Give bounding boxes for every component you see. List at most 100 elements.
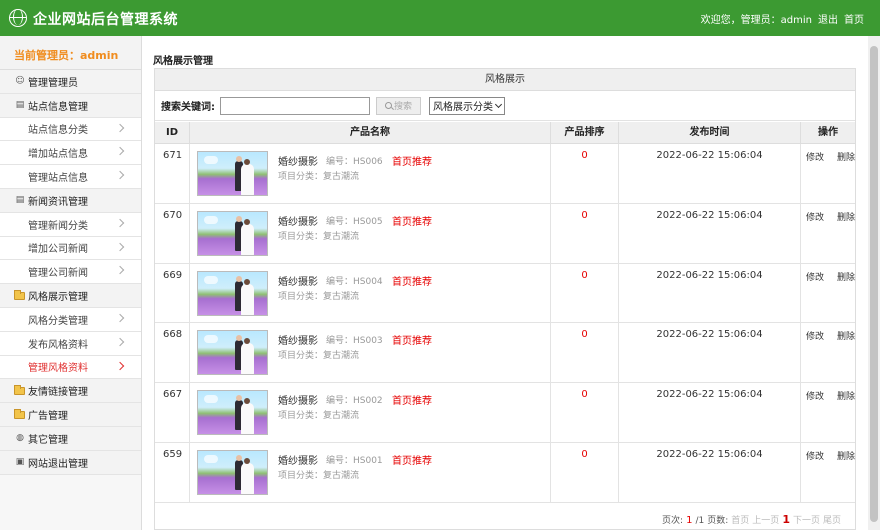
- sidebar-item-label: 管理风格资料: [28, 363, 88, 375]
- sort-value: 0: [581, 448, 588, 460]
- user-icon: ☺: [15, 76, 25, 87]
- cell-time: 2022-06-22 15:06:04: [619, 203, 801, 263]
- delete-link[interactable]: 删除: [837, 449, 855, 462]
- sidebar-item-7[interactable]: 增加公司新闻: [0, 236, 141, 261]
- product-thumbnail[interactable]: [197, 330, 268, 376]
- product-name[interactable]: 婚纱摄影: [278, 332, 318, 347]
- sidebar-item-4[interactable]: 管理站点信息: [0, 165, 141, 189]
- thumb-bride: [241, 398, 254, 435]
- pager-first[interactable]: 首页: [731, 513, 749, 526]
- delete-link[interactable]: 删除: [837, 270, 855, 283]
- sidebar-item-5[interactable]: ▤ 新闻资讯管理: [0, 188, 141, 213]
- product-name[interactable]: 婚纱摄影: [278, 153, 318, 168]
- folder-icon: [14, 408, 25, 419]
- product-thumbnail[interactable]: [197, 390, 268, 436]
- cell-sort: 0: [551, 203, 619, 263]
- chevron-right-icon: [115, 218, 125, 228]
- sidebar-item-14[interactable]: 广告管理: [0, 403, 141, 427]
- edit-link[interactable]: 修改: [806, 210, 824, 223]
- cell-id: 669: [155, 263, 190, 323]
- cell-time: 2022-06-22 15:06:04: [619, 383, 801, 442]
- product-code: 编号：HS002: [326, 396, 383, 407]
- search-input[interactable]: [220, 96, 370, 115]
- product-name[interactable]: 婚纱摄影: [278, 213, 318, 228]
- sort-value: 0: [581, 329, 588, 341]
- logout-link[interactable]: 退出: [818, 11, 838, 26]
- sidebar-item-15[interactable]: ◍ 其它管理: [0, 426, 141, 451]
- edit-link[interactable]: 修改: [806, 329, 824, 342]
- pager-total: /1: [695, 516, 705, 526]
- folder-icon: [14, 384, 25, 395]
- search-label: 搜索关键词:: [161, 102, 215, 113]
- product-name[interactable]: 婚纱摄影: [278, 392, 318, 407]
- sidebar-item-3[interactable]: 增加站点信息: [0, 141, 141, 166]
- table-row: 668 婚纱摄影 编号：HS003 首页推荐 项目分类：复古潮流 0 2022-06-22 …: [155, 323, 855, 384]
- product-thumbnail[interactable]: [197, 449, 268, 495]
- product-category: 项目分类：复古潮流: [278, 470, 360, 481]
- row-id: 659: [163, 448, 183, 460]
- sidebar-item-label: 站点信息管理: [28, 101, 88, 113]
- delete-link[interactable]: 删除: [837, 210, 855, 223]
- product-thumbnail[interactable]: [197, 270, 268, 316]
- product-thumbnail[interactable]: [197, 151, 268, 196]
- sidebar-item-9[interactable]: 风格展示管理: [0, 284, 141, 308]
- search-button-label: 搜索: [393, 102, 412, 112]
- cell-actions: 修改 删除: [801, 323, 855, 382]
- cell-actions: 修改 删除: [801, 144, 855, 203]
- col-sort: 产品排序: [551, 122, 619, 143]
- home-recommend-badge: 首页推荐: [392, 336, 432, 348]
- sidebar-item-label: 广告管理: [28, 411, 68, 423]
- sidebar-item-label: 友情链接管理: [28, 387, 88, 399]
- scrollbar-thumb[interactable]: [870, 46, 878, 522]
- cell-time: 2022-06-22 15:06:04: [619, 323, 801, 383]
- cell-name: 婚纱摄影 编号：HS002 首页推荐 项目分类：复古潮流: [190, 383, 551, 442]
- sidebar-item-10[interactable]: 风格分类管理: [0, 307, 141, 332]
- edit-link[interactable]: 修改: [806, 150, 824, 163]
- edit-link[interactable]: 修改: [806, 389, 824, 402]
- product-name[interactable]: 婚纱摄影: [278, 452, 318, 467]
- sidebar-item-1[interactable]: ▤ 站点信息管理: [0, 93, 141, 118]
- cell-sort: 0: [551, 442, 619, 502]
- delete-link[interactable]: 删除: [837, 389, 855, 402]
- product-category: 项目分类：复古潮流: [278, 411, 360, 422]
- cell-sort: 0: [551, 383, 619, 442]
- edit-link[interactable]: 修改: [806, 270, 824, 283]
- search-button[interactable]: 搜索: [376, 96, 421, 115]
- table-header: ID 产品名称 产品排序 发布时间 操作: [155, 122, 855, 144]
- cell-name: 婚纱摄影 编号：HS003 首页推荐 项目分类：复古潮流: [190, 323, 551, 383]
- pager-page-number[interactable]: 1: [782, 513, 790, 526]
- sidebar-item-11[interactable]: 发布风格资料: [0, 331, 141, 356]
- home-link[interactable]: 首页: [844, 11, 864, 26]
- pager-next[interactable]: 下一页: [793, 513, 820, 526]
- app-title: 企业网站后台管理系统: [33, 12, 178, 28]
- edit-link[interactable]: 修改: [806, 449, 824, 462]
- sidebar-item-12[interactable]: 管理风格资料: [0, 355, 141, 380]
- delete-link[interactable]: 删除: [837, 150, 855, 163]
- scrollbar[interactable]: [868, 36, 880, 530]
- cell-id: 667: [155, 383, 190, 442]
- pager-prev[interactable]: 上一页: [752, 513, 779, 526]
- sort-value: 0: [581, 389, 588, 401]
- sidebar-item-6[interactable]: 管理新闻分类: [0, 212, 141, 237]
- globe-icon: ◍: [16, 433, 24, 444]
- delete-link[interactable]: 删除: [837, 329, 855, 342]
- page-title: 风格展示管理: [153, 56, 213, 67]
- search-bar: 搜索关键词: 搜索 风格展示分类: [155, 91, 855, 121]
- chevron-right-icon: [115, 170, 125, 180]
- chevron-right-icon: [115, 242, 125, 251]
- sidebar-item-13[interactable]: 友情链接管理: [0, 379, 141, 404]
- top-header: 企业网站后台管理系统 欢迎您，管理员：admin 退出 首页: [0, 0, 880, 36]
- pager-last[interactable]: 尾页: [823, 513, 841, 526]
- sidebar-item-0[interactable]: ☺ 管理管理员: [0, 70, 141, 94]
- publish-time: 2022-06-22 15:06:04: [656, 389, 763, 401]
- sidebar-item-16[interactable]: ▣ 网站退出管理: [0, 450, 141, 475]
- sidebar-item-2[interactable]: 站点信息分类: [0, 117, 141, 142]
- category-select[interactable]: 风格展示分类: [429, 96, 505, 115]
- top-nav: 欢迎您，管理员：admin 退出 首页: [701, 11, 864, 26]
- product-thumbnail[interactable]: [197, 210, 268, 256]
- table-row: 670 婚纱摄影 编号：HS005 首页推荐 项目分类：复古潮流 0 2022-06-22 …: [155, 203, 855, 264]
- cell-name: 婚纱摄影 编号：HS005 首页推荐 项目分类：复古潮流: [190, 203, 551, 263]
- product-name[interactable]: 婚纱摄影: [278, 273, 318, 288]
- sidebar-item-8[interactable]: 管理公司新闻: [0, 260, 141, 285]
- col-id: ID: [155, 122, 190, 143]
